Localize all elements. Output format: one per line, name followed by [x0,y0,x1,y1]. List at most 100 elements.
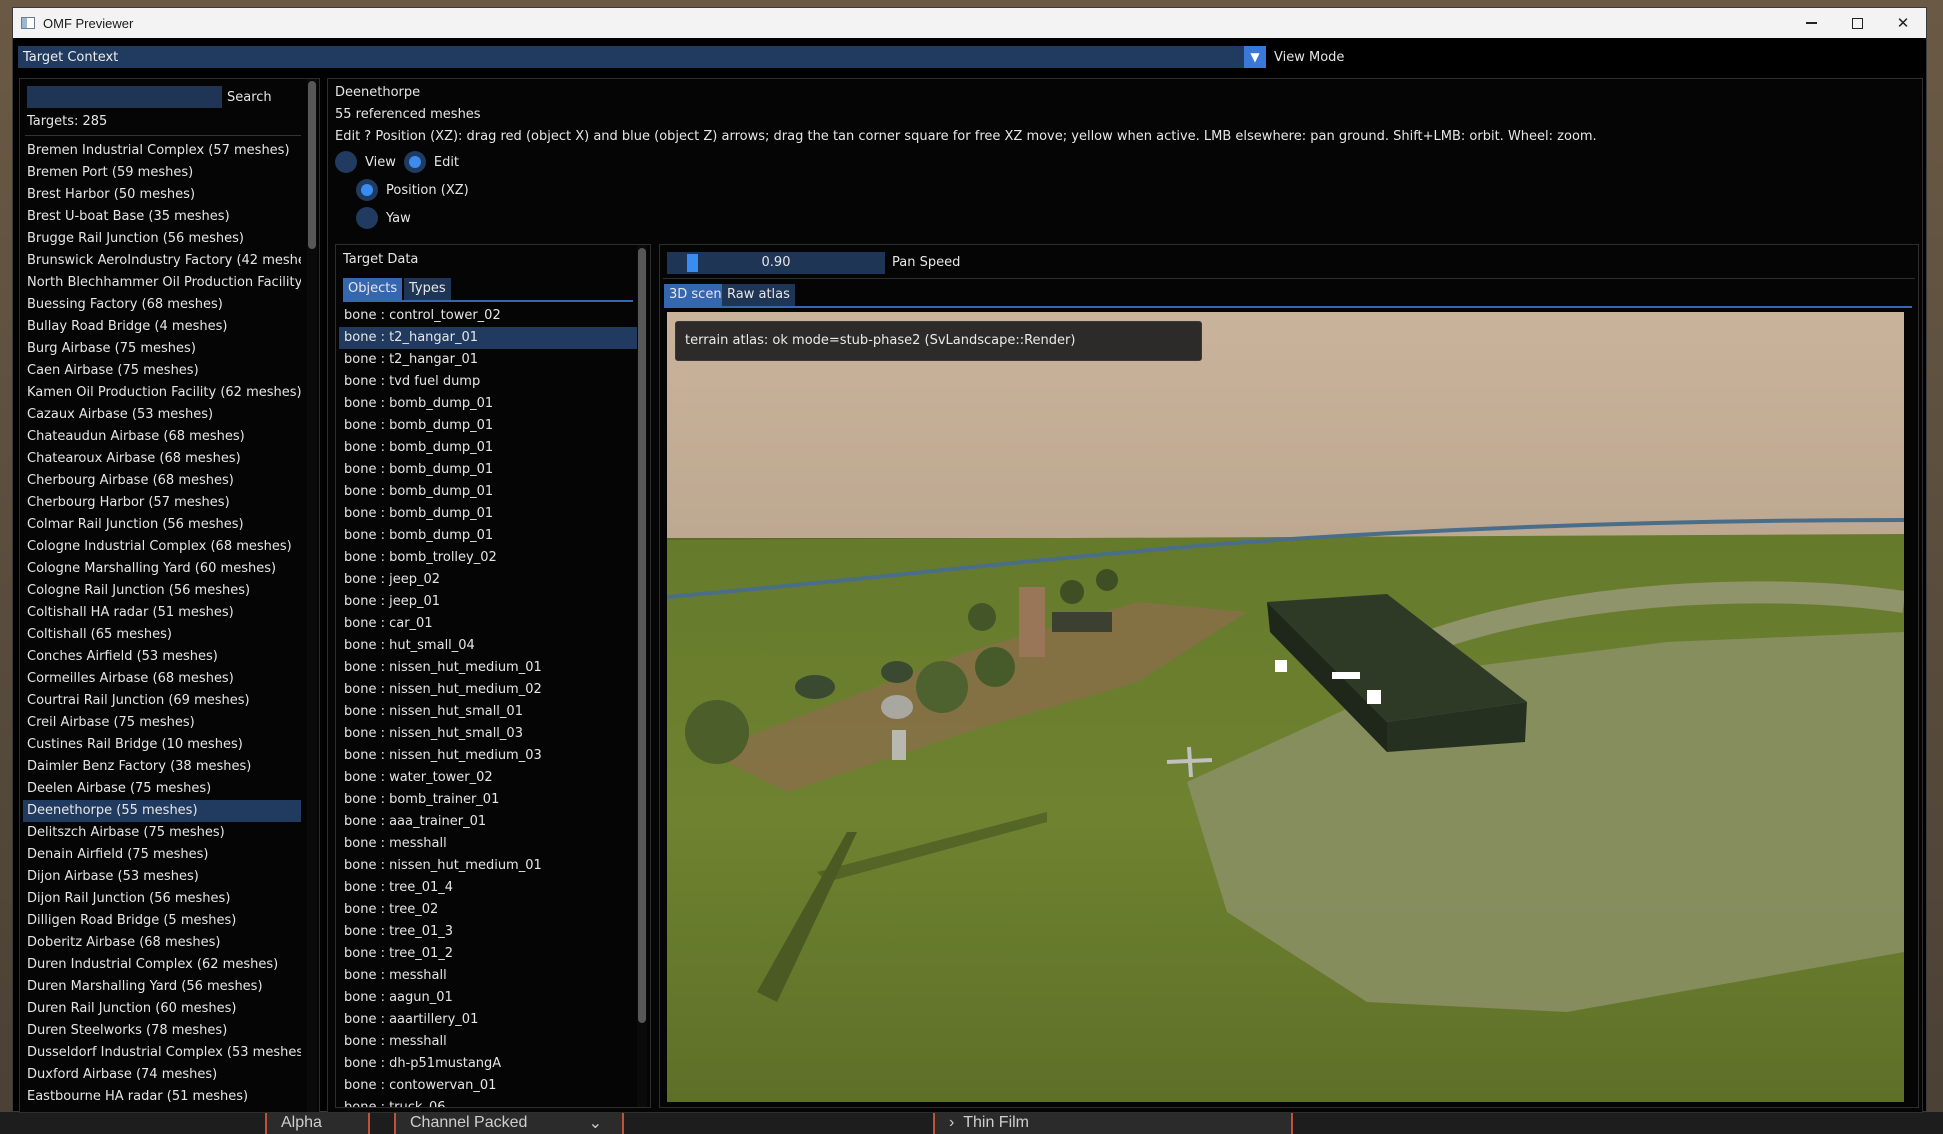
target-list-scroll-thumb[interactable] [308,81,316,249]
object-list-item[interactable]: bone : nissen_hut_medium_03 [339,745,637,767]
target-list-item[interactable]: Cormeilles Airbase (68 meshes) [23,668,301,690]
position-xz-radio[interactable] [356,179,378,201]
object-list-scroll-thumb[interactable] [638,248,646,1023]
object-list-item[interactable]: bone : messhall [339,833,637,855]
target-context-combo[interactable]: Target Context ▼ [18,46,1266,68]
target-list-item[interactable]: Duxford Airbase (74 meshes) [23,1064,301,1086]
target-list-item[interactable]: Caen Airbase (75 meshes) [23,360,301,382]
target-list-item[interactable]: Brest U-boat Base (35 meshes) [23,206,301,228]
object-list-item[interactable]: bone : bomb_dump_01 [339,525,637,547]
target-list-item[interactable]: Duren Steelworks (78 meshes) [23,1020,301,1042]
dropdown-arrow-icon[interactable]: ▼ [1244,46,1266,68]
target-list-item[interactable]: Dijon Rail Junction (56 meshes) [23,888,301,910]
target-list-item[interactable]: Duren Industrial Complex (62 meshes) [23,954,301,976]
object-list-item[interactable]: bone : tree_02 [339,899,637,921]
target-list-item[interactable]: Dilligen Road Bridge (5 meshes) [23,910,301,932]
pan-speed-slider[interactable]: 0.90 [667,252,885,274]
target-list-item[interactable]: Cazaux Airbase (53 meshes) [23,404,301,426]
edit-mode-radio[interactable] [403,151,426,173]
target-list-item[interactable]: Duren Rail Junction (60 meshes) [23,998,301,1020]
maximize-button[interactable] [1834,8,1880,38]
search-input[interactable] [27,86,222,108]
target-list-item[interactable]: Burg Airbase (75 meshes) [23,338,301,360]
target-list-item[interactable]: Dijon Airbase (53 meshes) [23,866,301,888]
target-list-item[interactable]: Cherbourg Harbor (57 meshes) [23,492,301,514]
object-list-item[interactable]: bone : messhall [339,965,637,987]
object-list-item[interactable]: bone : nissen_hut_small_01 [339,701,637,723]
target-list-item[interactable]: Creil Airbase (75 meshes) [23,712,301,734]
object-list-item[interactable]: bone : messhall [339,1031,637,1053]
target-list-item[interactable]: Brest Harbor (50 meshes) [23,184,301,206]
target-list-item[interactable]: Custines Rail Bridge (10 meshes) [23,734,301,756]
target-list-item[interactable]: Dusseldorf Industrial Complex (53 meshes… [23,1042,301,1064]
object-list-item[interactable]: bone : bomb_trolley_02 [339,547,637,569]
target-list-item[interactable]: Bremen Industrial Complex (57 meshes) [23,140,301,162]
object-list-item[interactable]: bone : hut_small_04 [339,635,637,657]
object-list-item[interactable]: bone : bomb_dump_01 [339,481,637,503]
target-list-item[interactable]: Brugge Rail Junction (56 meshes) [23,228,301,250]
target-list-item[interactable]: Denain Airfield (75 meshes) [23,844,301,866]
object-list-item[interactable]: bone : bomb_dump_01 [339,437,637,459]
tab-objects[interactable]: Objects [343,278,403,300]
title-bar[interactable]: OMF Previewer ✕ [13,8,1926,38]
target-list-item[interactable]: Conches Airfield (53 meshes) [23,646,301,668]
object-list-item[interactable]: bone : tree_01_2 [339,943,637,965]
object-list-item[interactable]: bone : contowervan_01 [339,1075,637,1097]
minimize-button[interactable] [1788,8,1834,38]
close-button[interactable]: ✕ [1880,8,1926,38]
target-list-item[interactable]: Duren Marshalling Yard (56 meshes) [23,976,301,998]
target-list-item[interactable]: Buessing Factory (68 meshes) [23,294,301,316]
object-list-item[interactable]: bone : bomb_dump_01 [339,415,637,437]
object-list-item[interactable]: bone : bomb_trainer_01 [339,789,637,811]
target-list-item[interactable]: Kamen Oil Production Facility (62 meshes… [23,382,301,404]
target-list-item[interactable]: Daimler Benz Factory (38 meshes) [23,756,301,778]
object-list-item[interactable]: bone : control_tower_02 [339,305,637,327]
yaw-radio[interactable] [356,207,378,229]
object-list-scrollbar[interactable] [637,245,647,1107]
target-list-item[interactable]: Bullay Road Bridge (4 meshes) [23,316,301,338]
object-list-item[interactable]: bone : aaa_trainer_01 [339,811,637,833]
tab-types[interactable]: Types [404,278,451,300]
target-list-item[interactable]: Chateaudun Airbase (68 meshes) [23,426,301,448]
object-list-item[interactable]: bone : nissen_hut_small_03 [339,723,637,745]
object-list-item[interactable]: bone : bomb_dump_01 [339,459,637,481]
target-list-item[interactable]: Coltishall HA radar (51 meshes) [23,602,301,624]
target-list-scrollbar[interactable] [307,79,317,1112]
target-list-item[interactable]: Cologne Rail Junction (56 meshes) [23,580,301,602]
object-list-item[interactable]: bone : aaartillery_01 [339,1009,637,1031]
object-list-item[interactable]: bone : bomb_dump_01 [339,393,637,415]
target-list-item[interactable]: Coltishall (65 meshes) [23,624,301,646]
object-list-item[interactable]: bone : dh-p51mustangA [339,1053,637,1075]
target-list-item[interactable]: Doberitz Airbase (68 meshes) [23,932,301,954]
target-list-item[interactable]: Delitszch Airbase (75 meshes) [23,822,301,844]
object-list-item[interactable]: bone : t2_hangar_01 [339,327,637,349]
target-list-item[interactable]: Bremen Port (59 meshes) [23,162,301,184]
view-mode-radio[interactable] [335,151,357,173]
object-list-item[interactable]: bone : aagun_01 [339,987,637,1009]
object-list-item[interactable]: bone : t2_hangar_01 [339,349,637,371]
target-list-item[interactable]: Brunswick AeroIndustry Factory (42 meshe… [23,250,301,272]
target-list-item[interactable]: Cologne Industrial Complex (68 meshes) [23,536,301,558]
object-list-item[interactable]: bone : water_tower_02 [339,767,637,789]
target-list-item[interactable]: Colmar Rail Junction (56 meshes) [23,514,301,536]
object-list-item[interactable]: bone : nissen_hut_medium_02 [339,679,637,701]
target-list-item[interactable]: Cherbourg Airbase (68 meshes) [23,470,301,492]
object-list-item[interactable]: bone : bomb_dump_01 [339,503,637,525]
tab-raw-atlas[interactable]: Raw atlas [722,284,795,306]
object-list-item[interactable]: bone : tvd fuel dump [339,371,637,393]
target-list-item[interactable]: Eastbourne HA radar (51 meshes) [23,1086,301,1108]
object-list-item[interactable]: bone : nissen_hut_medium_01 [339,855,637,877]
target-list-item[interactable]: Deenethorpe (55 meshes) [23,800,301,822]
object-list-item[interactable]: bone : car_01 [339,613,637,635]
object-list-item[interactable]: bone : tree_01_3 [339,921,637,943]
object-list-item[interactable]: bone : truck_06 [339,1097,637,1107]
object-list-item[interactable]: bone : jeep_01 [339,591,637,613]
target-list-item[interactable]: Cologne Marshalling Yard (60 meshes) [23,558,301,580]
target-list-item[interactable]: Deelen Airbase (75 meshes) [23,778,301,800]
target-list-item[interactable]: Courtrai Rail Junction (69 meshes) [23,690,301,712]
target-list-item[interactable]: North Blechhammer Oil Production Facilit… [23,272,301,294]
object-list-item[interactable]: bone : jeep_02 [339,569,637,591]
target-list-item[interactable]: Chatearoux Airbase (68 meshes) [23,448,301,470]
3d-viewport[interactable]: terrain atlas: ok mode=stub-phase2 (SvLa… [667,312,1904,1102]
object-list-item[interactable]: bone : tree_01_4 [339,877,637,899]
